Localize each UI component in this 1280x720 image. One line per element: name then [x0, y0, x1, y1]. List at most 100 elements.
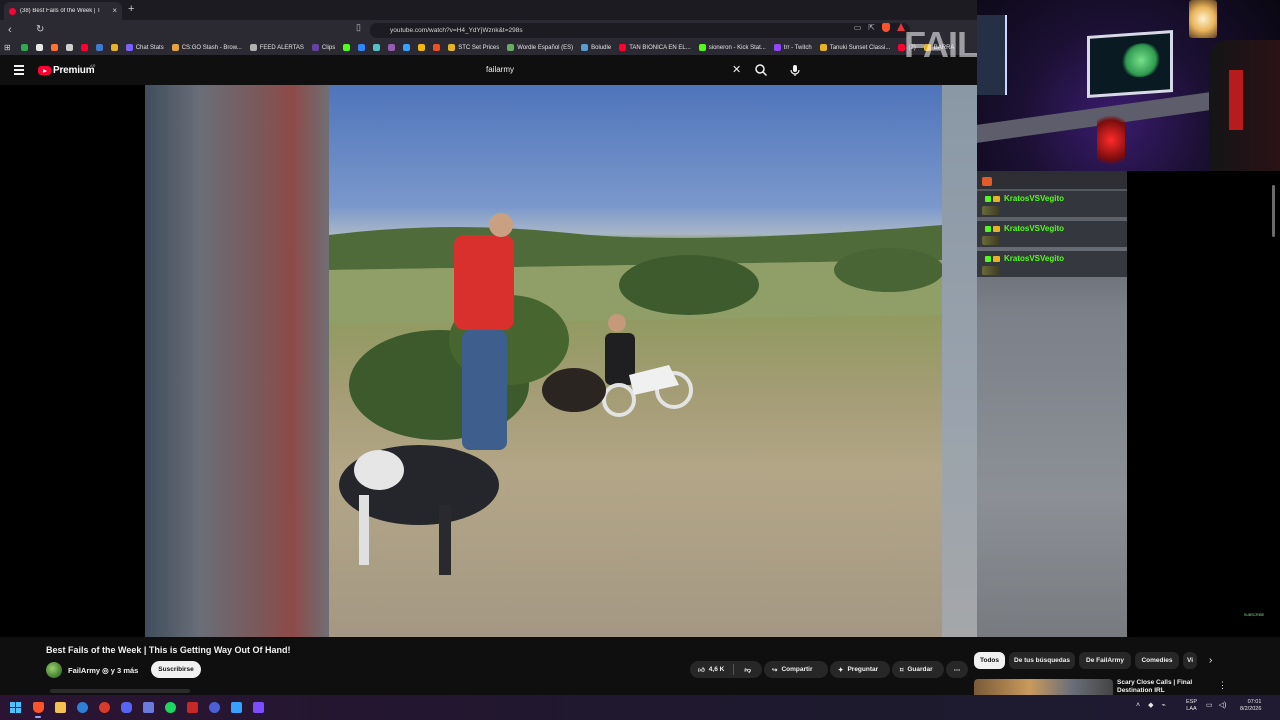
- bookmark-item[interactable]: FEED ALERTAS: [249, 44, 304, 51]
- bookmark-favicon-icon: [358, 44, 366, 51]
- search-input[interactable]: failarmy: [486, 65, 514, 74]
- keyboard-layout: LAA: [1186, 706, 1197, 712]
- scrollbar-thumb[interactable]: [1272, 185, 1275, 237]
- bookmark-item[interactable]: [373, 44, 381, 51]
- bookmark-item[interactable]: trr - Twitch: [773, 44, 812, 51]
- ask-button[interactable]: ✦ Preguntar: [830, 661, 890, 678]
- recommendation-menu-icon[interactable]: ⋮: [1218, 680, 1227, 691]
- browser-tab-youtube[interactable]: (38) Best Fails of the Week | T ×: [4, 2, 122, 20]
- brave-browser-icon[interactable]: [33, 702, 44, 713]
- chip-from-failarmy[interactable]: De FailArmy: [1079, 652, 1131, 669]
- bookmark-item[interactable]: [110, 44, 118, 51]
- bookmark-item[interactable]: STC Set Prices: [448, 44, 499, 51]
- pip-icon[interactable]: ▭: [854, 23, 862, 32]
- search-box[interactable]: failarmy ✕: [476, 62, 748, 78]
- bookmark-item[interactable]: TAN BIONICA EN EL...: [619, 44, 691, 51]
- bookmark-item[interactable]: [358, 44, 366, 51]
- bookmark-item[interactable]: [433, 44, 441, 51]
- clock-time: 07:01: [1247, 699, 1262, 705]
- clock[interactable]: 07:01 8/2/2026: [1240, 699, 1261, 713]
- app-purple-icon[interactable]: [253, 702, 264, 713]
- url-text: youtube.com/watch?v=H4_YdYjWznk&t=298s: [390, 27, 523, 34]
- new-tab-icon[interactable]: +: [128, 3, 134, 15]
- menu-icon[interactable]: [14, 65, 24, 77]
- microphone-icon[interactable]: [788, 63, 802, 77]
- bookmark-label: TAN BIONICA EN EL...: [629, 44, 691, 51]
- webcam-chair-stripe: [1229, 70, 1243, 130]
- share-page-icon[interactable]: ⇱: [868, 23, 875, 32]
- chevron-right-icon[interactable]: ›: [1209, 655, 1212, 666]
- chip-more[interactable]: Vi: [1183, 652, 1197, 669]
- bookmark-item[interactable]: Clips: [311, 44, 335, 51]
- description-preview[interactable]: [50, 689, 190, 693]
- bookmark-item[interactable]: [20, 44, 28, 51]
- page-scrollbar[interactable]: [1271, 171, 1276, 695]
- channel-avatar[interactable]: [46, 662, 62, 678]
- back-icon[interactable]: ‹: [8, 23, 12, 37]
- language-indicator[interactable]: ESP LAA: [1186, 699, 1197, 713]
- bookmark-favicon-icon: [249, 44, 257, 51]
- chip-comedies[interactable]: Comedies: [1135, 652, 1179, 669]
- webcam-chair: [1209, 40, 1280, 171]
- bookmark-item[interactable]: [403, 44, 411, 51]
- channel-name[interactable]: FailArmy ◎ y 3 más: [68, 666, 138, 675]
- chip-all[interactable]: Todos: [974, 652, 1005, 669]
- recommendation-thumbnail[interactable]: [974, 679, 1113, 695]
- brave-shield-icon[interactable]: [882, 23, 890, 32]
- webcam-overlay: [977, 0, 1280, 171]
- windows-start-icon[interactable]: [10, 702, 21, 713]
- video-player[interactable]: [0, 85, 977, 637]
- clock-date: 8/2/2026: [1240, 706, 1262, 712]
- bookmark-item[interactable]: Wordle Español (ES): [507, 44, 573, 51]
- bookmark-item[interactable]: [50, 44, 58, 51]
- youtube-logo[interactable]: Premium AR: [38, 63, 96, 76]
- chat-message: KratosVSVegito: [977, 221, 1127, 247]
- share-button[interactable]: ↪ Compartir: [764, 661, 828, 678]
- address-bar[interactable]: youtube.com/watch?v=H4_YdYjWznk&t=298s: [370, 23, 910, 38]
- app-window-icon[interactable]: [143, 702, 154, 713]
- app-red-icon[interactable]: [99, 702, 110, 713]
- bookmark-item[interactable]: [418, 44, 426, 51]
- more-actions-button[interactable]: ⋯: [946, 661, 968, 678]
- bookmark-item[interactable]: [343, 44, 351, 51]
- telegram-icon[interactable]: [77, 702, 88, 713]
- bookmark-item[interactable]: Chat Stats: [125, 44, 164, 51]
- bookmark-item[interactable]: Boludle: [581, 44, 611, 51]
- tray-app-icon[interactable]: ◆: [1148, 701, 1153, 709]
- bookmark-item[interactable]: [35, 44, 43, 51]
- spotify-icon[interactable]: [165, 702, 176, 713]
- bookmark-item[interactable]: [95, 44, 103, 51]
- chip-from-searches[interactable]: De tus búsquedas: [1009, 652, 1075, 669]
- file-explorer-icon[interactable]: [55, 702, 66, 713]
- search-icon[interactable]: [754, 63, 768, 77]
- bookmark-item[interactable]: [65, 44, 73, 51]
- reload-icon[interactable]: ↻: [36, 23, 44, 37]
- subscribe-button[interactable]: Suscribirse: [151, 661, 201, 678]
- like-count[interactable]: 4,6 K: [709, 666, 725, 673]
- close-icon[interactable]: ×: [112, 7, 117, 15]
- discord-icon[interactable]: [121, 702, 132, 713]
- like-icon[interactable]: 👍︎: [698, 666, 705, 674]
- bookmark-label: Chat Stats: [135, 44, 164, 51]
- region-code: AR: [90, 63, 96, 68]
- bookmark-item[interactable]: [388, 44, 396, 51]
- app-blue-icon[interactable]: [209, 702, 220, 713]
- apps-grid-icon[interactable]: ⊞: [4, 43, 11, 52]
- obs-app-icon[interactable]: [187, 702, 198, 713]
- tray-usb-icon[interactable]: ⌁: [1161, 701, 1165, 709]
- bookmark-item[interactable]: [80, 44, 88, 51]
- bookmark-item[interactable]: Tanuki Sunset Classi...: [819, 44, 890, 51]
- youtube-brand: Premium: [53, 65, 95, 76]
- network-icon[interactable]: ▭: [1206, 701, 1213, 709]
- save-button[interactable]: ⌑ Guardar: [892, 661, 944, 678]
- volume-icon[interactable]: ◁): [1219, 701, 1227, 709]
- bookmark-item[interactable]: CS:GO Stash - Brow...: [171, 44, 242, 51]
- bookmark-item[interactable]: sioneron - Kick Stat...: [698, 44, 766, 51]
- recommendation-title[interactable]: Scary Close Calls | Final Destination IR…: [1117, 679, 1212, 695]
- clear-search-icon[interactable]: ✕: [732, 63, 741, 76]
- app-puzzle-icon[interactable]: [231, 702, 242, 713]
- bookmark-icon[interactable]: ▯: [356, 22, 361, 33]
- bookmark-favicon-icon: [171, 44, 179, 51]
- dislike-icon[interactable]: 👎︎: [744, 666, 751, 674]
- chevron-up-icon[interactable]: ˄: [1136, 702, 1140, 709]
